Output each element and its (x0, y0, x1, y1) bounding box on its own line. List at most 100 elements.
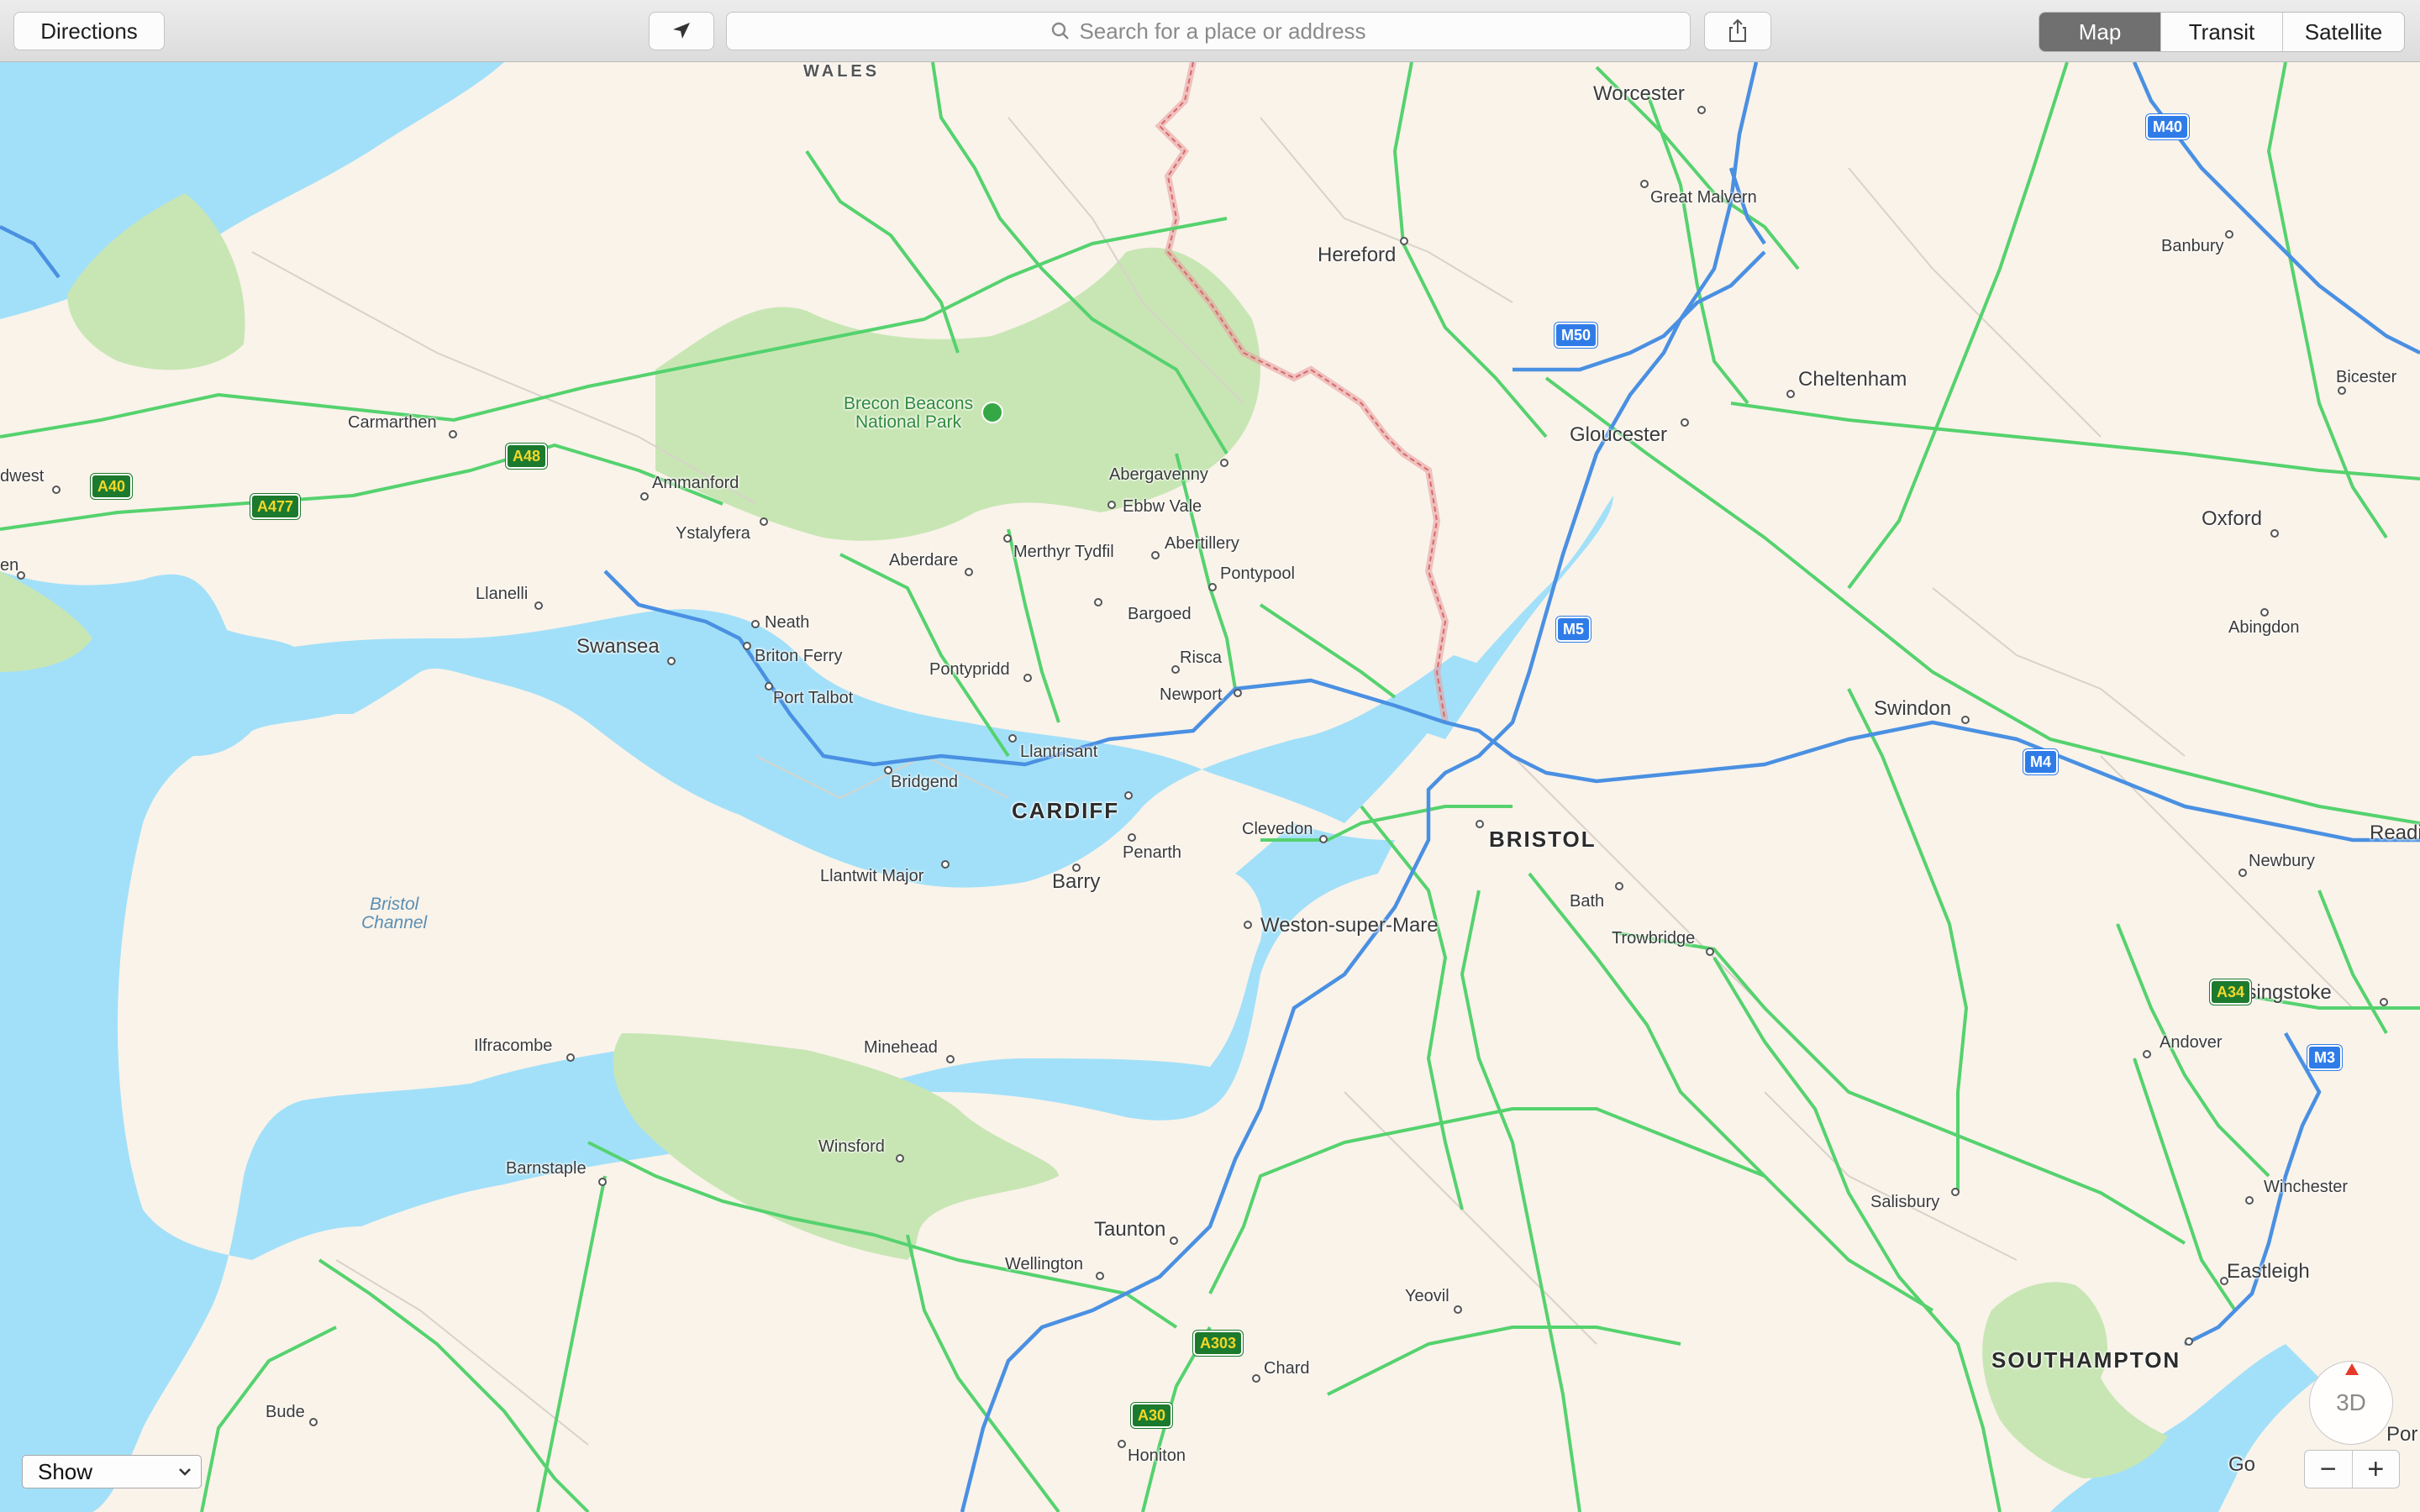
share-button[interactable] (1704, 12, 1771, 50)
water-label-bristol-channel: Bristol Channel (361, 895, 427, 932)
place-label-salisbury: Salisbury (1870, 1193, 1940, 1211)
place-dot-llanelli[interactable] (534, 601, 543, 610)
place-dot-clevedon[interactable] (1319, 835, 1328, 843)
place-dot-winsford[interactable] (896, 1154, 904, 1163)
place-dot-abingdon[interactable] (2260, 608, 2269, 617)
place-dot-neath[interactable] (751, 620, 760, 628)
place-dot-bridgend[interactable] (884, 766, 892, 774)
place-dot-eastleigh[interactable] (2220, 1277, 2228, 1285)
place-label-dwest: dwest (0, 467, 45, 486)
place-dot-bath[interactable] (1615, 882, 1623, 890)
place-dot-penarth[interactable] (1128, 833, 1136, 842)
place-dot-swansea[interactable] (667, 657, 676, 665)
place-dot-gloucester[interactable] (1681, 418, 1689, 427)
place-dot-ystalyfera[interactable] (760, 517, 768, 526)
place-dot-pontypool[interactable] (1208, 583, 1217, 591)
zoom-in-button[interactable]: + (2353, 1451, 2400, 1488)
show-dropdown[interactable]: Show (22, 1455, 202, 1488)
place-dot-ammanford[interactable] (640, 492, 649, 501)
place-dot-merthyr-tydfil[interactable] (1003, 534, 1012, 543)
place-dot-abergavenny[interactable] (1220, 459, 1228, 467)
city-dot-southampton[interactable] (2185, 1337, 2193, 1346)
place-label-ebbw-vale: Ebbw Vale (1123, 497, 1202, 516)
tab-transit[interactable]: Transit (2160, 13, 2282, 51)
toolbar: Directions Search for a place or address… (0, 0, 2420, 62)
place-dot-abertillery[interactable] (1151, 551, 1160, 559)
place-dot-port-talbot[interactable] (765, 682, 773, 690)
place-dot-salisbury[interactable] (1951, 1188, 1960, 1196)
place-dot-barry[interactable] (1072, 864, 1081, 872)
place-dot-ebbw-vale[interactable] (1107, 501, 1116, 509)
place-label-carmarthen: Carmarthen (348, 413, 437, 432)
place-dot-bargoed[interactable] (1094, 598, 1102, 606)
place-label-weston-super-mare: Weston-super-Mare (1260, 914, 1439, 937)
place-dot-trowbridge[interactable] (1706, 948, 1714, 956)
place-dot-hereford[interactable] (1400, 237, 1408, 245)
zoom-control: − + (2304, 1450, 2400, 1488)
place-dot-basingstoke[interactable] (2380, 998, 2388, 1006)
place-dot-winchester[interactable] (2245, 1196, 2254, 1205)
place-dot-aberdare[interactable] (965, 568, 973, 576)
search-input[interactable]: Search for a place or address (726, 12, 1691, 50)
place-label-bicester: Bicester (2336, 368, 2397, 386)
place-dot-minehead[interactable] (946, 1055, 955, 1063)
place-label-ammanford: Ammanford (652, 474, 739, 492)
place-dot-briton-ferry[interactable] (743, 642, 751, 650)
place-dot-oxford[interactable] (2270, 529, 2279, 538)
place-label-oxford: Oxford (2202, 507, 2263, 530)
place-dot-llantrisant[interactable] (1008, 734, 1017, 743)
place-label-barnstaple: Barnstaple (506, 1159, 587, 1178)
place-label-wellington: Wellington (1005, 1255, 1084, 1273)
place-dot-bicester[interactable] (2338, 386, 2346, 395)
search-icon (1052, 22, 1070, 39)
place-dot-chard[interactable] (1252, 1374, 1260, 1383)
place-label-bude: Bude (266, 1403, 305, 1421)
place-dot-cheltenham[interactable] (1786, 390, 1795, 398)
place-dot-newbury[interactable] (2238, 869, 2247, 877)
place-label-winchester: Winchester (2264, 1178, 2349, 1196)
place-label-minehead: Minehead (864, 1038, 938, 1057)
place-dot-barnstaple[interactable] (598, 1178, 607, 1186)
current-location-button[interactable] (649, 12, 714, 50)
place-label-aberdare: Aberdare (889, 551, 959, 570)
road-shield-a34: A34 (2210, 979, 2252, 1005)
place-label-clevedon: Clevedon (1242, 820, 1313, 838)
city-dot-bristol[interactable] (1476, 820, 1484, 828)
place-label-ystalyfera: Ystalyfera (676, 524, 750, 543)
place-dot-banbury[interactable] (2225, 230, 2233, 239)
place-dot-swindon[interactable] (1961, 716, 1970, 724)
map-canvas[interactable]: WALES Bristol Channel Brecon Beacons Nat… (0, 62, 2420, 1512)
compass-north-icon (2345, 1363, 2359, 1375)
tab-satellite[interactable]: Satellite (2282, 13, 2404, 51)
place-dot-great-malvern[interactable] (1640, 180, 1649, 188)
place-dot-risca[interactable] (1171, 665, 1180, 674)
zoom-out-button[interactable]: − (2305, 1451, 2353, 1488)
place-dot-llantwit-major[interactable] (941, 860, 950, 869)
road-shield-m50: M50 (1555, 323, 1598, 348)
place-dot-weston-super-mare[interactable] (1244, 921, 1252, 929)
place-label-llantwit-major: Llantwit Major (820, 867, 924, 885)
place-dot-dwest[interactable] (52, 486, 60, 494)
place-dot-bude[interactable] (309, 1418, 318, 1426)
place-dot-andover[interactable] (2143, 1050, 2151, 1058)
place-label-chard: Chard (1264, 1359, 1310, 1378)
place-dot-ilfracombe[interactable] (566, 1053, 575, 1062)
tab-map[interactable]: Map (2039, 13, 2160, 51)
place-dot-taunton[interactable] (1170, 1236, 1178, 1245)
place-dot-honiton[interactable] (1118, 1440, 1126, 1448)
place-label-gloucester: Gloucester (1570, 423, 1668, 446)
road-shield-m4: M4 (2023, 749, 2059, 774)
place-dot-wellington[interactable] (1096, 1272, 1104, 1280)
place-label-barry: Barry (1052, 870, 1101, 893)
place-dot-newport[interactable] (1234, 689, 1242, 697)
city-dot-cardiff[interactable] (1124, 791, 1133, 800)
place-dot-yeovil[interactable] (1454, 1305, 1462, 1314)
compass-3d-button[interactable]: 3D (2309, 1361, 2393, 1445)
place-dot-carmarthen[interactable] (449, 430, 457, 438)
place-label-great-malvern: Great Malvern (1650, 188, 1757, 207)
directions-button[interactable]: Directions (13, 12, 165, 50)
place-dot-worcester[interactable] (1697, 106, 1706, 114)
place-dot-pontypridd[interactable] (1023, 674, 1032, 682)
place-dot-en[interactable] (17, 571, 25, 580)
park-pin-icon[interactable] (981, 402, 1003, 423)
